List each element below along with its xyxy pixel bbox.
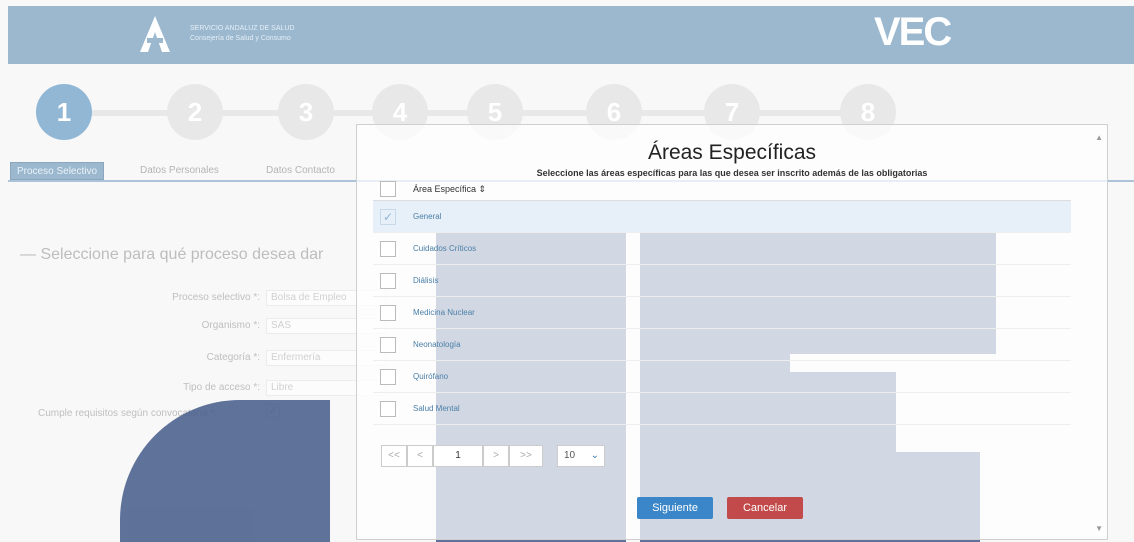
chevron-down-icon: ⌄ (590, 450, 599, 461)
column-header-area[interactable]: Área Específica ⇕ (413, 184, 486, 195)
prev-page-button[interactable]: < (407, 445, 433, 467)
row-checkbox[interactable] (380, 241, 396, 257)
modal-title: Áreas Específicas (647, 141, 817, 164)
area-name: Salud Mental (413, 404, 460, 413)
area-name: Diálisis (413, 276, 439, 285)
last-page-button[interactable]: >> (509, 445, 543, 467)
current-page-input[interactable]: 1 (433, 445, 483, 467)
row-checkbox[interactable] (380, 305, 396, 321)
area-name: Cuidados Críticos (413, 244, 477, 253)
select-all-checkbox[interactable] (380, 181, 396, 197)
table-row[interactable]: Neonatología (373, 329, 1071, 361)
first-page-button[interactable]: << (381, 445, 407, 467)
cancel-button[interactable]: Cancelar (727, 497, 803, 519)
table-header: Área Específica ⇕ (373, 177, 1071, 201)
table-row[interactable]: Cuidados Críticos (373, 233, 1071, 265)
page-size-value: 10 (564, 450, 576, 461)
row-checkbox[interactable] (380, 337, 396, 353)
page-size-select[interactable]: 10 ⌄ (557, 445, 605, 467)
areas-especificas-modal: ▲ Áreas Específicas Seleccione las áreas… (356, 124, 1108, 540)
table-row[interactable]: ✓ General (373, 201, 1071, 233)
next-page-button[interactable]: > (483, 445, 509, 467)
table-row[interactable]: Medicina Nuclear (373, 297, 1071, 329)
row-checkbox[interactable] (380, 273, 396, 289)
scroll-down-arrow-icon[interactable]: ▼ (1095, 524, 1103, 533)
table-row[interactable]: Salud Mental (373, 393, 1071, 425)
area-name: Quirófano (413, 372, 449, 381)
table-row[interactable]: Quirófano (373, 361, 1071, 393)
areas-table: Área Específica ⇕ ✓ General Cuidados Crí… (373, 177, 1071, 425)
area-name: Medicina Nuclear (413, 308, 475, 317)
area-name: Neonatología (413, 340, 461, 349)
next-button[interactable]: Siguiente (637, 497, 713, 519)
row-checkbox[interactable] (380, 401, 396, 417)
row-checkbox[interactable] (380, 369, 396, 385)
row-checkbox[interactable]: ✓ (380, 209, 396, 225)
table-row[interactable]: Diálisis (373, 265, 1071, 297)
area-name: General (413, 212, 442, 221)
